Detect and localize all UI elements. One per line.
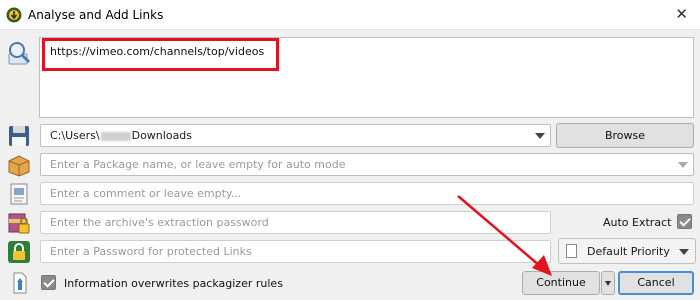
package-box-icon [8, 155, 30, 177]
priority-value: Default Priority [587, 245, 670, 258]
download-password-placeholder: Enter a Password for protected Links [50, 245, 252, 258]
title-bar: Analyse and Add Links ✕ [0, 0, 700, 30]
cancel-button[interactable]: Cancel [618, 271, 694, 295]
browse-button[interactable]: Browse [556, 123, 694, 148]
auto-extract-checkbox[interactable] [677, 214, 692, 229]
package-name-placeholder: Enter a Package name, or leave empty for… [50, 158, 346, 171]
padlock-icon [8, 241, 30, 263]
priority-dropdown[interactable]: Default Priority [558, 238, 696, 264]
archive-lock-icon [8, 213, 30, 234]
jdownloader-icon [6, 7, 22, 23]
comment-note-icon [10, 183, 28, 205]
download-password-field[interactable]: Enter a Password for protected Links [40, 240, 551, 263]
save-path-prefix: C:\Users\ [50, 129, 100, 142]
chevron-down-icon[interactable] [678, 162, 688, 168]
archive-password-field[interactable]: Enter the archive's extraction password [40, 211, 551, 234]
chevron-down-icon[interactable] [535, 133, 545, 139]
package-name-combo[interactable]: Enter a Package name, or leave empty for… [40, 153, 694, 176]
save-path-value: C:\Users\ Downloads [50, 129, 192, 142]
auto-extract-label: Auto Extract [603, 216, 672, 229]
chevron-down-icon[interactable] [679, 249, 689, 255]
close-icon[interactable]: ✕ [675, 6, 688, 22]
comment-field[interactable]: Enter a comment or leave empty... [40, 182, 694, 205]
window-title: Analyse and Add Links [28, 8, 164, 22]
document-icon [566, 244, 577, 258]
save-path-suffix: Downloads [131, 129, 193, 142]
packagizer-icon [13, 272, 27, 294]
save-path-combo[interactable]: C:\Users\ Downloads [40, 124, 551, 147]
continue-dropdown-button[interactable] [601, 271, 615, 295]
continue-button[interactable]: Continue [522, 271, 600, 295]
overwrite-packagizer-checkbox[interactable] [41, 275, 56, 290]
overwrite-packagizer-label: Information overwrites packagizer rules [64, 277, 283, 290]
archive-password-placeholder: Enter the archive's extraction password [50, 216, 269, 229]
url-highlight-annotation [42, 38, 279, 71]
comment-placeholder: Enter a comment or leave empty... [50, 187, 242, 200]
floppy-disk-icon [9, 126, 29, 146]
magnifier-icon [8, 42, 31, 65]
redacted-username [100, 131, 131, 141]
